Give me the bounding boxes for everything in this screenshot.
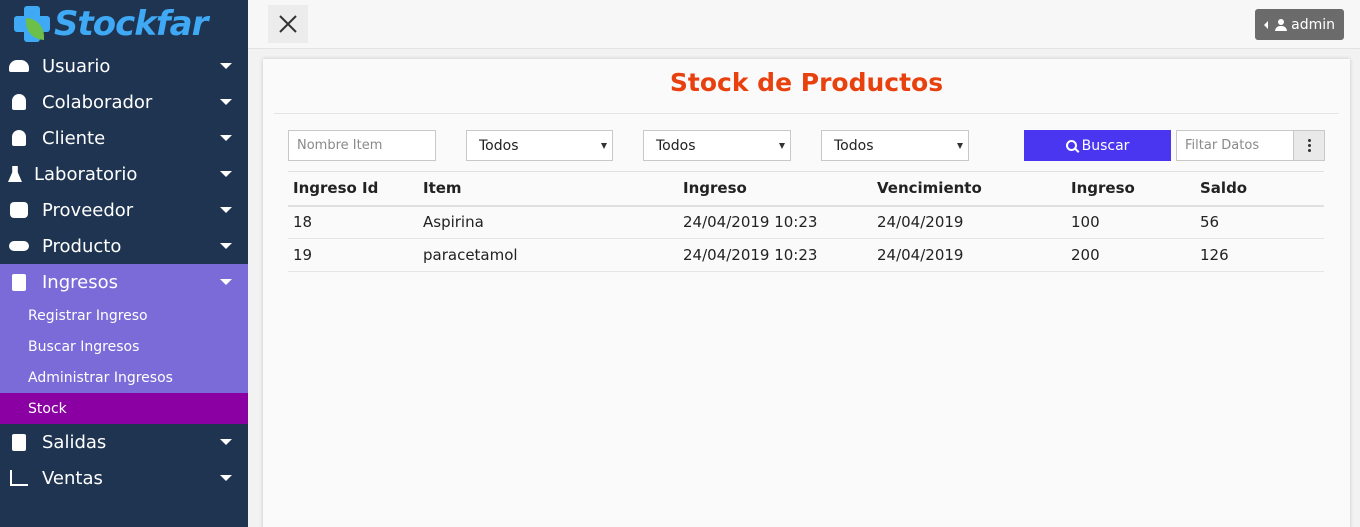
- kebab-dot: [1307, 149, 1311, 152]
- submenu-item-stock[interactable]: Stock: [0, 393, 248, 424]
- sidebar-item-label: Ingresos: [42, 271, 118, 293]
- sidebar-item-ventas[interactable]: Ventas: [0, 460, 248, 496]
- clipboard-minus-icon: [8, 433, 30, 451]
- sidebar-item-cliente[interactable]: Cliente: [0, 120, 248, 156]
- ingresos-submenu: Registrar Ingreso Buscar Ingresos Admini…: [0, 300, 248, 424]
- cell-saldo: 56: [1195, 205, 1324, 239]
- cell-ingreso-fecha: 24/04/2019 10:23: [678, 205, 872, 239]
- sidebar-item-label: Producto: [42, 235, 122, 257]
- cell-vencimiento: 24/04/2019: [872, 238, 1066, 272]
- stock-table: Ingreso Id Item Ingreso Vencimiento Ingr…: [288, 171, 1324, 272]
- cell-saldo: 126: [1195, 238, 1324, 272]
- sidebar-item-label: Colaborador: [42, 91, 153, 113]
- close-icon: [279, 15, 297, 33]
- sidebar: Stockfar Usuario Colaborador Cliente Lab…: [0, 0, 248, 527]
- sidebar-item-label: Usuario: [42, 55, 111, 77]
- filters-bar: Todos Todos Todos Buscar: [288, 130, 1328, 161]
- more-options-button[interactable]: [1293, 130, 1325, 161]
- submenu-item-registrar-ingreso[interactable]: Registrar Ingreso: [0, 300, 248, 331]
- sidebar-item-ingresos[interactable]: Ingresos: [0, 264, 248, 300]
- table-row[interactable]: 19 paracetamol 24/04/2019 10:23 24/04/20…: [288, 238, 1324, 272]
- search-button[interactable]: Buscar: [1024, 130, 1171, 161]
- column-header-ingreso-cantidad[interactable]: Ingreso: [1066, 171, 1195, 207]
- dropdown-arrow-icon: [957, 143, 963, 149]
- sidebar-item-label: Proveedor: [42, 199, 134, 221]
- cell-item: paracetamol: [418, 238, 678, 272]
- table-row[interactable]: 18 Aspirina 24/04/2019 10:23 24/04/2019 …: [288, 205, 1324, 239]
- caret-down-icon: [220, 279, 232, 285]
- clipboard-plus-icon: [8, 273, 30, 291]
- sidebar-item-colaborador[interactable]: Colaborador: [0, 84, 248, 120]
- select-value: Todos: [479, 137, 519, 154]
- caret-down-icon: [220, 171, 232, 177]
- kebab-dot: [1307, 144, 1311, 147]
- column-header-item[interactable]: Item: [418, 171, 678, 207]
- sidebar-item-laboratorio[interactable]: Laboratorio: [0, 156, 248, 192]
- submenu-item-buscar-ingresos[interactable]: Buscar Ingresos: [0, 331, 248, 362]
- sidebar-item-label: Cliente: [42, 127, 106, 149]
- dropdown-arrow-icon: [601, 143, 607, 149]
- caret-down-icon: [220, 475, 232, 481]
- cell-item: Aspirina: [418, 205, 678, 239]
- user-icon: [1275, 18, 1288, 31]
- sidebar-item-proveedor[interactable]: Proveedor: [0, 192, 248, 228]
- app-name: Stockfar: [54, 4, 208, 44]
- sidebar-item-usuario[interactable]: Usuario: [0, 48, 248, 84]
- cell-ingreso-id: 18: [288, 205, 418, 239]
- filter-select-1[interactable]: Todos: [466, 130, 613, 161]
- column-header-vencimiento[interactable]: Vencimiento: [872, 171, 1066, 207]
- top-bar: admin: [248, 0, 1360, 49]
- chart-line-icon: [8, 469, 30, 487]
- user-name: admin: [1291, 16, 1335, 33]
- filter-select-3[interactable]: Todos: [821, 130, 969, 161]
- table-header-row: Ingreso Id Item Ingreso Vencimiento Ingr…: [288, 171, 1324, 207]
- sidebar-item-label: Ventas: [42, 467, 103, 489]
- bus-icon: [8, 201, 30, 219]
- cell-ingreso-cantidad: 100: [1066, 205, 1195, 239]
- caret-down-icon: [220, 439, 232, 445]
- sidebar-item-salidas[interactable]: Salidas: [0, 424, 248, 460]
- user-menu-button[interactable]: admin: [1255, 9, 1344, 40]
- caret-down-icon: [220, 63, 232, 69]
- page-title: Stock de Productos: [669, 68, 944, 97]
- cell-ingreso-cantidad: 200: [1066, 238, 1195, 272]
- flask-icon: [8, 165, 22, 183]
- pills-icon: [8, 237, 30, 255]
- users-icon: [8, 57, 30, 75]
- search-button-label: Buscar: [1081, 137, 1130, 154]
- column-header-ingreso-id[interactable]: Ingreso Id: [288, 171, 418, 207]
- caret-left-icon: [1264, 20, 1269, 29]
- user-edit-icon: [8, 129, 30, 147]
- caret-down-icon: [220, 135, 232, 141]
- close-sidebar-button[interactable]: [268, 5, 308, 43]
- caret-down-icon: [220, 99, 232, 105]
- item-name-input[interactable]: [288, 130, 436, 161]
- person-icon: [8, 93, 30, 111]
- cell-vencimiento: 24/04/2019: [872, 205, 1066, 239]
- sidebar-item-label: Salidas: [42, 431, 107, 453]
- sidebar-item-label: Laboratorio: [34, 163, 138, 185]
- caret-down-icon: [220, 207, 232, 213]
- title-divider: [274, 113, 1339, 114]
- cell-ingreso-fecha: 24/04/2019 10:23: [678, 238, 872, 272]
- search-icon: [1065, 140, 1077, 151]
- select-value: Todos: [656, 137, 696, 154]
- column-header-ingreso-fecha[interactable]: Ingreso: [678, 171, 872, 207]
- select-value: Todos: [834, 137, 874, 154]
- kebab-dot: [1307, 139, 1311, 142]
- caret-down-icon: [220, 243, 232, 249]
- stock-panel: Stock de Productos Todos Todos Todos Bus…: [263, 59, 1350, 527]
- filter-select-2[interactable]: Todos: [643, 130, 791, 161]
- submenu-item-administrar-ingresos[interactable]: Administrar Ingresos: [0, 362, 248, 393]
- dropdown-arrow-icon: [779, 143, 785, 149]
- cell-ingreso-id: 19: [288, 238, 418, 272]
- column-header-saldo[interactable]: Saldo: [1195, 171, 1324, 207]
- app-logo[interactable]: Stockfar: [0, 0, 248, 48]
- filter-data-input[interactable]: [1176, 130, 1294, 161]
- sidebar-item-producto[interactable]: Producto: [0, 228, 248, 264]
- logo-cross-icon: [12, 4, 52, 44]
